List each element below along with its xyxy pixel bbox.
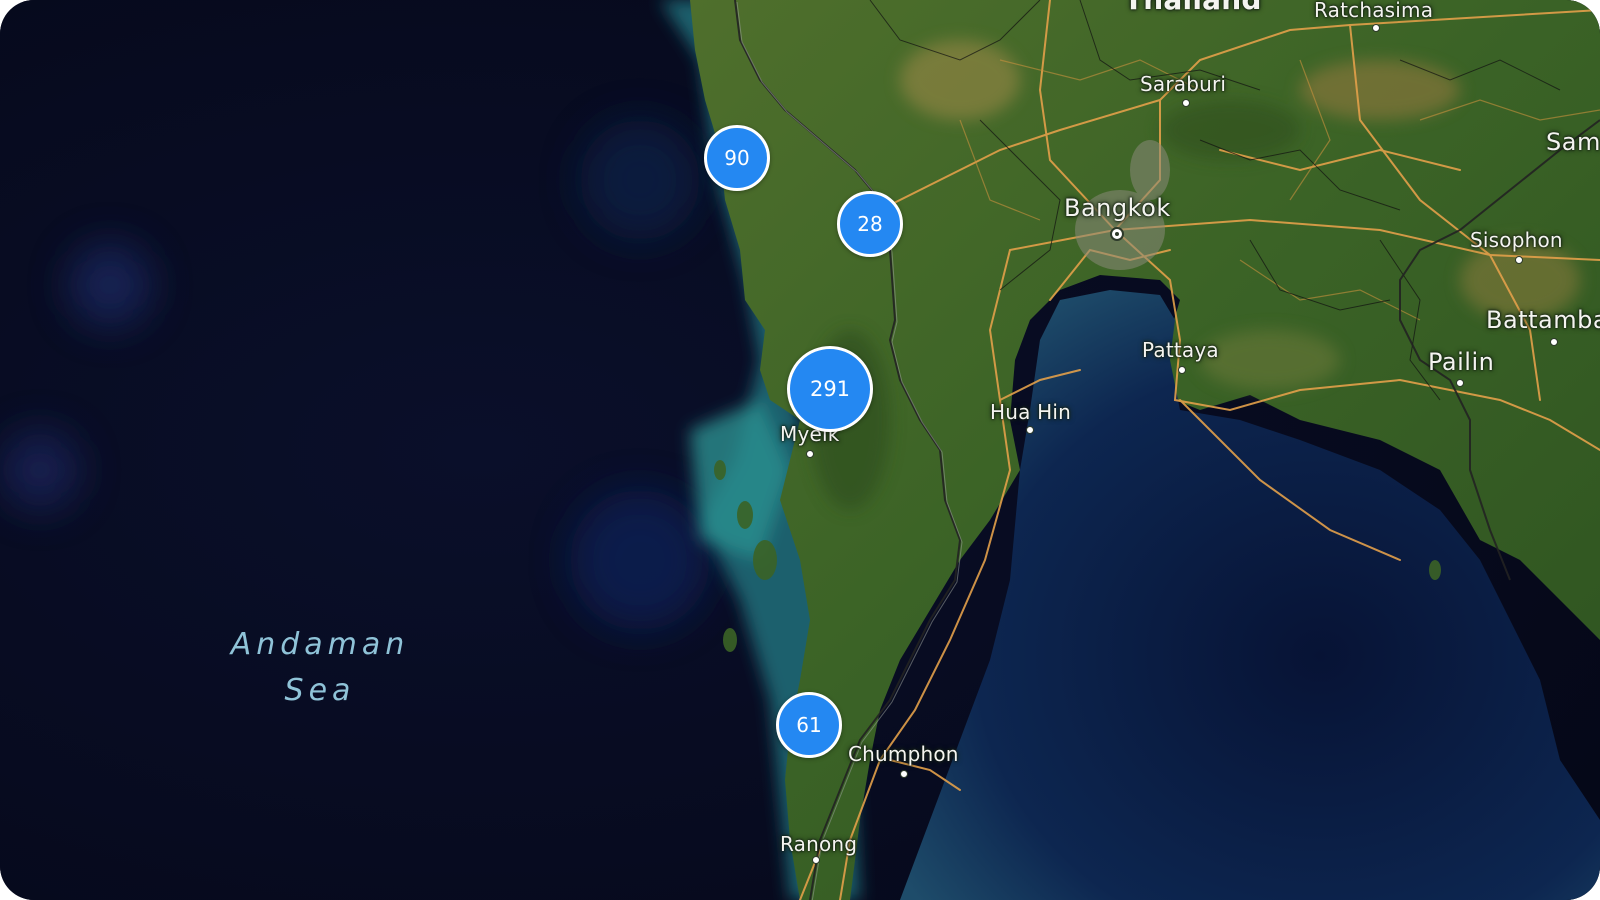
sea-label-line-1: Andaman — [230, 627, 410, 662]
place-label-bangkok: Bangkok — [1064, 194, 1171, 222]
place-dot-hua-hin — [1026, 426, 1034, 434]
place-label-ratchasima: Ratchasima — [1314, 0, 1434, 22]
country-label-thailand: Thailand — [1124, 0, 1262, 14]
place-label-pailin: Pailin — [1428, 348, 1495, 376]
cluster-marker-28[interactable]: 28 — [837, 191, 903, 257]
place-label-chumphon: Chumphon — [848, 742, 959, 766]
place-label-saraburi: Saraburi — [1140, 72, 1227, 96]
place-dot-pailin — [1456, 379, 1464, 387]
satellite-basemap — [0, 0, 1600, 900]
sea-label-line-2: Sea — [284, 673, 356, 708]
place-dot-chumphon — [900, 770, 908, 778]
place-dot-pattaya — [1178, 366, 1186, 374]
place-label-ranong: Ranong — [780, 832, 858, 856]
place-label-sisophon: Sisophon — [1470, 228, 1563, 252]
place-dot-saraburi — [1182, 99, 1190, 107]
cluster-marker-291[interactable]: 291 — [787, 346, 873, 432]
sea-label-andaman: Andaman Sea — [220, 622, 420, 714]
place-label-sam: Sam — [1546, 128, 1600, 156]
place-dot-sisophon — [1515, 256, 1523, 264]
place-dot-battambang — [1550, 338, 1558, 346]
cluster-marker-61[interactable]: 61 — [776, 692, 842, 758]
map-view[interactable]: Thailand Ratchasima Saraburi Bangkok Sis… — [0, 0, 1600, 900]
place-label-hua-hin: Hua Hin — [990, 400, 1071, 424]
place-label-pattaya: Pattaya — [1142, 338, 1219, 362]
place-dot-myeik — [806, 450, 814, 458]
cluster-marker-90[interactable]: 90 — [704, 125, 770, 191]
place-label-battambang: Battamba — [1486, 306, 1600, 334]
place-dot-ratchasima — [1372, 24, 1380, 32]
place-dot-ranong — [812, 856, 820, 864]
capital-dot-bangkok — [1110, 227, 1124, 241]
